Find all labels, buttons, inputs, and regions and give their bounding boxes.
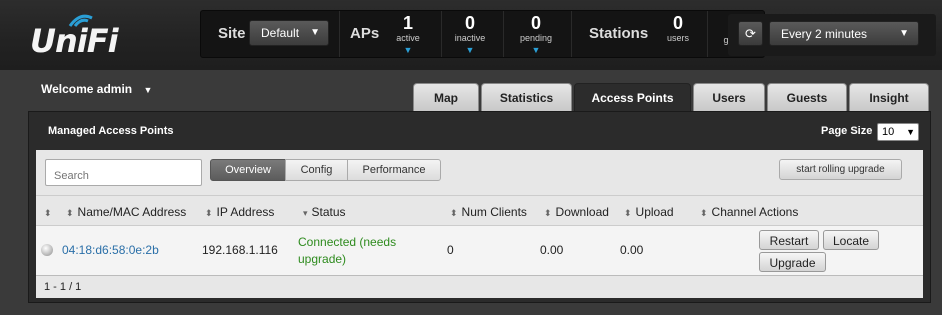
- refresh-icon: ⟳: [745, 26, 756, 41]
- sort-icon: ⬍: [44, 208, 52, 218]
- page-info: 1 - 1 / 1: [44, 281, 82, 293]
- tab-statistics[interactable]: Statistics: [481, 83, 572, 111]
- tab-insight[interactable]: Insight: [849, 83, 929, 111]
- column-header-actions: Actions: [759, 205, 799, 219]
- divider: [571, 11, 572, 57]
- table-header: ⬍ ⬍ Name/MAC Address ⬍ IP Address ▾ Status …: [36, 195, 923, 225]
- divider: [339, 11, 340, 57]
- aps-inactive-label: inactive: [454, 33, 486, 43]
- upgrade-button[interactable]: Upgrade: [759, 252, 826, 272]
- sort-icon: ⬍: [624, 208, 632, 218]
- column-header-label: Download: [555, 205, 609, 219]
- refresh-button[interactable]: ⟳: [738, 21, 763, 46]
- tab-guests[interactable]: Guests: [767, 83, 847, 111]
- search-input[interactable]: [45, 159, 202, 186]
- users-count: 0: [672, 13, 683, 33]
- column-header-download[interactable]: ⬍ Download: [544, 205, 609, 219]
- sort-icon: ⬍: [66, 208, 74, 218]
- column-header-status[interactable]: ▾ Status: [303, 205, 346, 219]
- ap-num-clients: 0: [447, 243, 454, 257]
- page-size-label: Page Size: [821, 125, 873, 137]
- caret-down-icon: ▼: [531, 45, 541, 55]
- stations-label: Stations: [589, 25, 649, 42]
- site-select-value: Default: [261, 26, 300, 40]
- locate-button[interactable]: Locate: [823, 230, 879, 250]
- aps-active-label: active: [396, 33, 420, 43]
- caret-down-icon: ▼: [143, 85, 153, 95]
- column-header-channel[interactable]: ⬍ Channel: [700, 205, 756, 219]
- sort-icon: ⬍: [544, 208, 552, 218]
- sort-status-dot-column[interactable]: ⬍: [44, 205, 56, 219]
- divider: [503, 11, 504, 57]
- tab-users[interactable]: Users: [693, 83, 765, 111]
- unifi-logo: UniFi: [30, 8, 140, 60]
- column-header-ip[interactable]: ⬍ IP Address: [205, 205, 274, 219]
- site-select[interactable]: Default ▼: [249, 20, 329, 46]
- ap-upload: 0.00: [620, 243, 644, 257]
- aps-pending-count: 0: [530, 13, 541, 33]
- panel-toolbar: Overview Config Performance start rollin…: [36, 150, 923, 195]
- panel-header: Managed Access Points Page Size 10 ▼: [29, 112, 930, 150]
- aps-label: APs: [350, 25, 380, 42]
- restart-button[interactable]: Restart: [759, 230, 819, 250]
- column-header-label: Channel: [711, 205, 757, 219]
- user-menu[interactable]: Welcome admin ▼: [41, 82, 152, 96]
- sort-desc-icon: ▾: [303, 208, 308, 218]
- tab-access-points[interactable]: Access Points: [574, 83, 691, 111]
- access-points-panel: Managed Access Points Page Size 10 ▼ Ove…: [28, 111, 931, 303]
- column-header-label: Name/MAC Address: [77, 205, 187, 219]
- site-label: Site: [218, 25, 246, 42]
- ap-status-icon: [41, 244, 53, 256]
- page-size-select[interactable]: 10 ▼: [877, 123, 919, 141]
- column-header-label: Num Clients: [461, 205, 527, 219]
- refresh-interval-select[interactable]: Every 2 minutes ▼: [769, 21, 919, 46]
- welcome-text: Welcome admin: [41, 82, 133, 96]
- refresh-interval-value: Every 2 minutes: [781, 27, 868, 41]
- ap-mac-link[interactable]: 04:18:d6:58:0e:2b: [62, 243, 159, 257]
- aps-inactive-count: 0: [464, 13, 475, 33]
- sort-icon: ⬍: [450, 208, 458, 218]
- table-row: 04:18:d6:58:0e:2b 192.168.1.116 Connecte…: [36, 225, 923, 275]
- ap-ip: 192.168.1.116: [202, 243, 278, 257]
- rolling-upgrade-button[interactable]: start rolling upgrade: [779, 159, 902, 180]
- chevron-down-icon: ▼: [906, 127, 915, 137]
- column-header-label: Upload: [635, 205, 674, 219]
- column-header-label: Status: [311, 205, 346, 219]
- ap-download: 0.00: [540, 243, 564, 257]
- caret-down-icon: ▼: [465, 45, 475, 55]
- caret-down-icon: ▼: [403, 45, 413, 55]
- column-header-num-clients[interactable]: ⬍ Num Clients: [450, 205, 527, 219]
- page-size-value: 10: [882, 126, 895, 138]
- top-bar: UniFi Site Default ▼ APs 1 active ▼ 0 in…: [0, 0, 942, 70]
- sort-icon: ⬍: [700, 208, 708, 218]
- panel-title: Managed Access Points: [48, 125, 174, 137]
- view-overview-button[interactable]: Overview: [210, 159, 286, 181]
- column-header-label: IP Address: [216, 205, 275, 219]
- stats-bar: Site Default ▼ APs 1 active ▼ 0 inactive…: [200, 10, 765, 58]
- view-config-button[interactable]: Config: [285, 159, 348, 181]
- sort-icon: ⬍: [205, 208, 213, 218]
- column-header-name[interactable]: ⬍ Name/MAC Address: [66, 205, 186, 219]
- aps-pending-label: pending: [519, 33, 553, 43]
- refresh-control: ⟳ Every 2 minutes ▼: [728, 14, 936, 56]
- logo-text: UniFi: [30, 22, 119, 60]
- ap-status: Connected (needs upgrade): [298, 235, 397, 266]
- pagination: 1 - 1 / 1: [36, 275, 923, 298]
- aps-active-count: 1: [402, 13, 413, 33]
- column-header-upload[interactable]: ⬍ Upload: [624, 205, 674, 219]
- chevron-down-icon: ▼: [899, 28, 909, 39]
- view-performance-button[interactable]: Performance: [347, 159, 441, 181]
- chevron-down-icon: ▼: [310, 27, 320, 38]
- tab-map[interactable]: Map: [413, 83, 479, 111]
